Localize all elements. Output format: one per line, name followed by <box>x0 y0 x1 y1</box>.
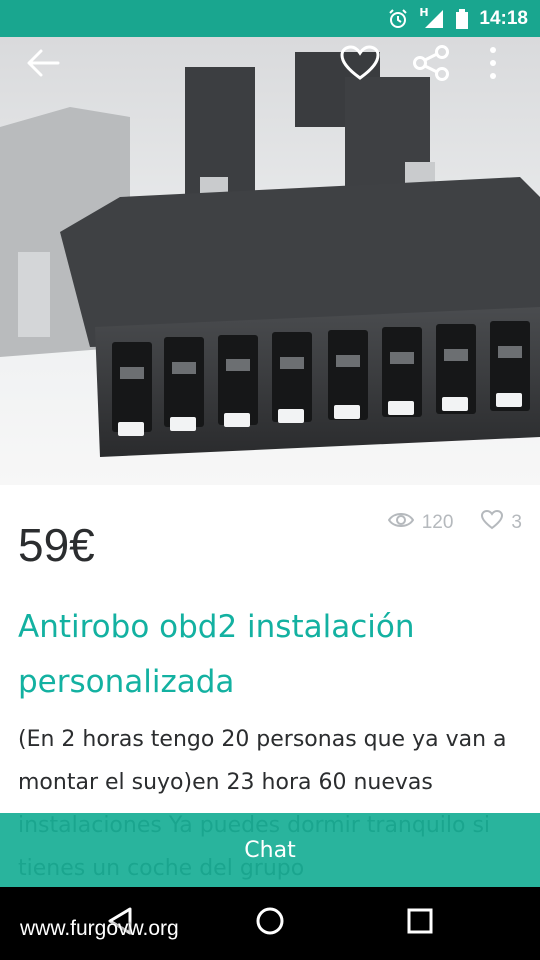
recents-square-icon <box>406 907 434 939</box>
status-bar: H 14:18 <box>0 0 540 37</box>
nav-home-button[interactable] <box>240 897 300 949</box>
network-type-label: H <box>419 5 429 19</box>
favorite-button[interactable] <box>335 40 385 90</box>
chat-button[interactable]: Chat <box>0 813 540 887</box>
battery-icon <box>455 8 469 30</box>
chat-button-label: Chat <box>244 837 296 863</box>
views-stat: 120 <box>387 511 454 535</box>
eye-icon <box>387 511 414 535</box>
share-button[interactable] <box>406 40 456 90</box>
home-circle-icon <box>255 906 285 940</box>
alarm-icon <box>387 8 409 30</box>
obd2-connector-image <box>0 52 540 457</box>
heart-icon <box>340 45 380 85</box>
small-heart-icon <box>481 509 504 536</box>
signal-icon: H <box>419 5 445 30</box>
favorites-count: 3 <box>511 512 522 533</box>
more-vert-icon <box>489 46 497 84</box>
product-photo[interactable] <box>0 37 540 485</box>
status-time: 14:18 <box>479 7 528 29</box>
nav-recents-button[interactable] <box>390 897 450 949</box>
watermark-text: www.furgovw.org <box>20 917 179 940</box>
product-title: Antirobo obd2 instalación personalizada <box>18 609 415 700</box>
back-arrow-icon <box>26 48 60 82</box>
product-price: 59€ <box>18 519 95 571</box>
share-icon <box>411 44 451 86</box>
favorites-stat: 3 <box>481 509 522 536</box>
back-button[interactable] <box>18 40 68 90</box>
product-stats: 120 3 <box>387 509 522 536</box>
views-count: 120 <box>421 512 454 533</box>
more-options-button[interactable] <box>468 40 518 90</box>
